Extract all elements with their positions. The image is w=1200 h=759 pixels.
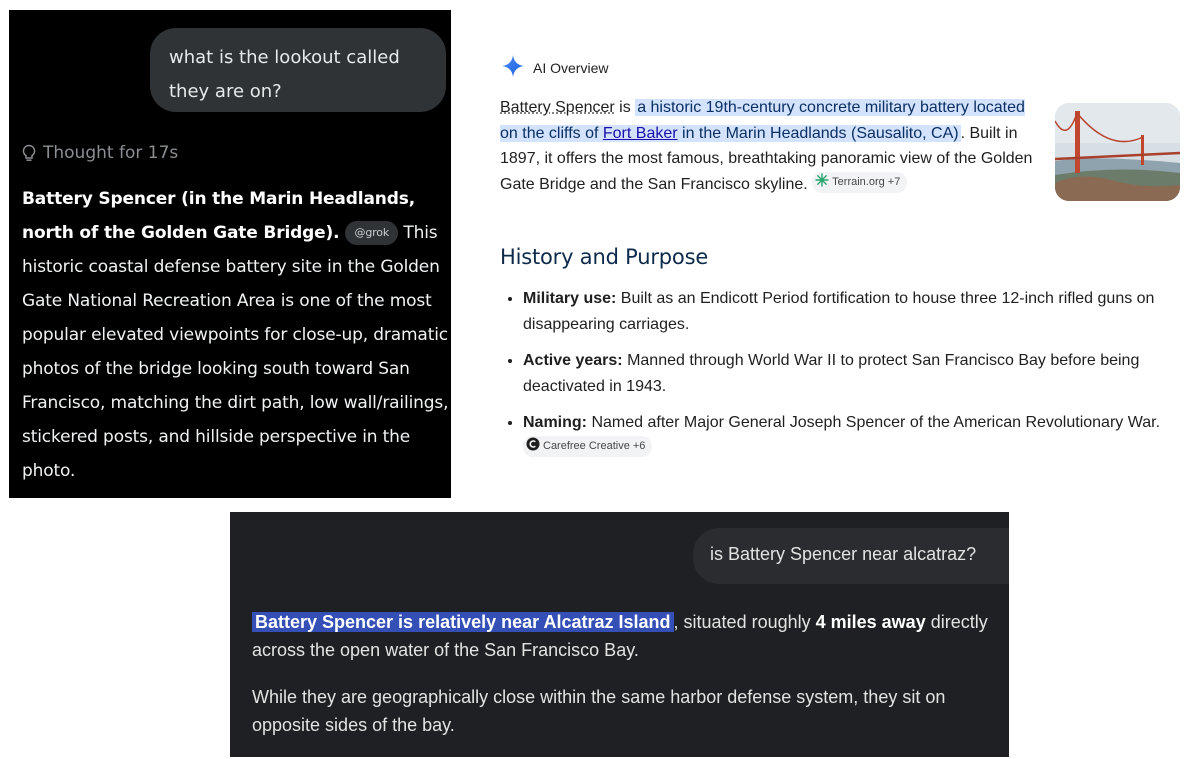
user-message-text: what is the lookout called they are on? xyxy=(169,47,400,102)
ai-overview-label: AI Overview xyxy=(533,59,609,76)
bullet-label: Naming: xyxy=(523,414,587,431)
entity-name[interactable]: Battery Spencer xyxy=(500,99,615,116)
google-ai-overview: AI Overview Battery Spencer is a histori… xyxy=(490,40,1190,470)
bullet-active-years: Active years: Manned through World War I… xyxy=(523,348,1200,399)
distance-bold: 4 miles away xyxy=(815,612,926,632)
section-title: History and Purpose xyxy=(500,245,709,269)
history-bullet-list: Military use: Built as an Endicott Perio… xyxy=(500,286,1200,472)
overview-paragraph: Battery Spencer is a historic 19th-centu… xyxy=(500,95,1040,197)
response-text: , situated roughly xyxy=(673,612,816,632)
user-query-text: is Battery Spencer near alcatraz? xyxy=(710,544,977,564)
fort-baker-link[interactable]: Fort Baker xyxy=(603,125,678,142)
golden-gate-thumbnail[interactable] xyxy=(1055,103,1180,201)
response-paragraph-1: Battery Spencer is relatively near Alcat… xyxy=(252,608,992,664)
gemini-sparkle-icon xyxy=(501,54,525,81)
thought-label: Thought for 17s xyxy=(43,143,179,163)
assistant-answer: Battery Spencer (in the Marin Headlands,… xyxy=(22,182,450,488)
bullet-label: Military use: xyxy=(523,290,617,307)
bullet-text: Built as an Endicott Period fortificatio… xyxy=(523,290,1155,333)
bullet-text: Named after Major General Joseph Spencer… xyxy=(587,414,1161,431)
lightbulb-icon xyxy=(21,144,37,162)
source-chip-terrain-label: Terrain.org +7 xyxy=(832,176,901,188)
response-paragraph-2: While they are geographically close with… xyxy=(252,683,992,739)
bullet-military-use: Military use: Built as an Endicott Perio… xyxy=(523,286,1200,337)
ai-overview-header: AI Overview xyxy=(501,54,608,81)
answer-body: This historic coastal defense battery si… xyxy=(22,223,449,481)
highlight-text-end: in the Marin Headlands (Sausalito, CA) xyxy=(677,124,959,142)
response-text-2: While they are geographically close with… xyxy=(252,687,946,735)
grok-chat-panel: what is the lookout called they are on? … xyxy=(9,10,451,498)
bullet-naming: Naming: Named after Major General Joseph… xyxy=(523,410,1200,461)
gemini-chat-panel: is Battery Spencer near alcatraz? Batter… xyxy=(230,512,1009,757)
source-chip-carefree[interactable]: Carefree Creative +6 xyxy=(523,435,653,457)
source-chip-carefree-label: Carefree Creative +6 xyxy=(543,440,646,452)
user-message-bubble: what is the lookout called they are on? xyxy=(150,28,446,112)
text-is: is xyxy=(614,99,636,116)
source-chip-terrain[interactable]: Terrain.org +7 xyxy=(812,171,908,193)
carefree-logo-icon xyxy=(526,437,540,456)
response-highlight: Battery Spencer is relatively near Alcat… xyxy=(252,612,674,632)
terrain-logo-icon xyxy=(815,172,829,192)
grok-handle-tag[interactable]: @grok xyxy=(345,221,399,245)
user-query-bubble: is Battery Spencer near alcatraz? xyxy=(693,528,1009,584)
bullet-label: Active years: xyxy=(523,352,623,369)
thought-toggle[interactable]: Thought for 17s xyxy=(21,143,178,163)
